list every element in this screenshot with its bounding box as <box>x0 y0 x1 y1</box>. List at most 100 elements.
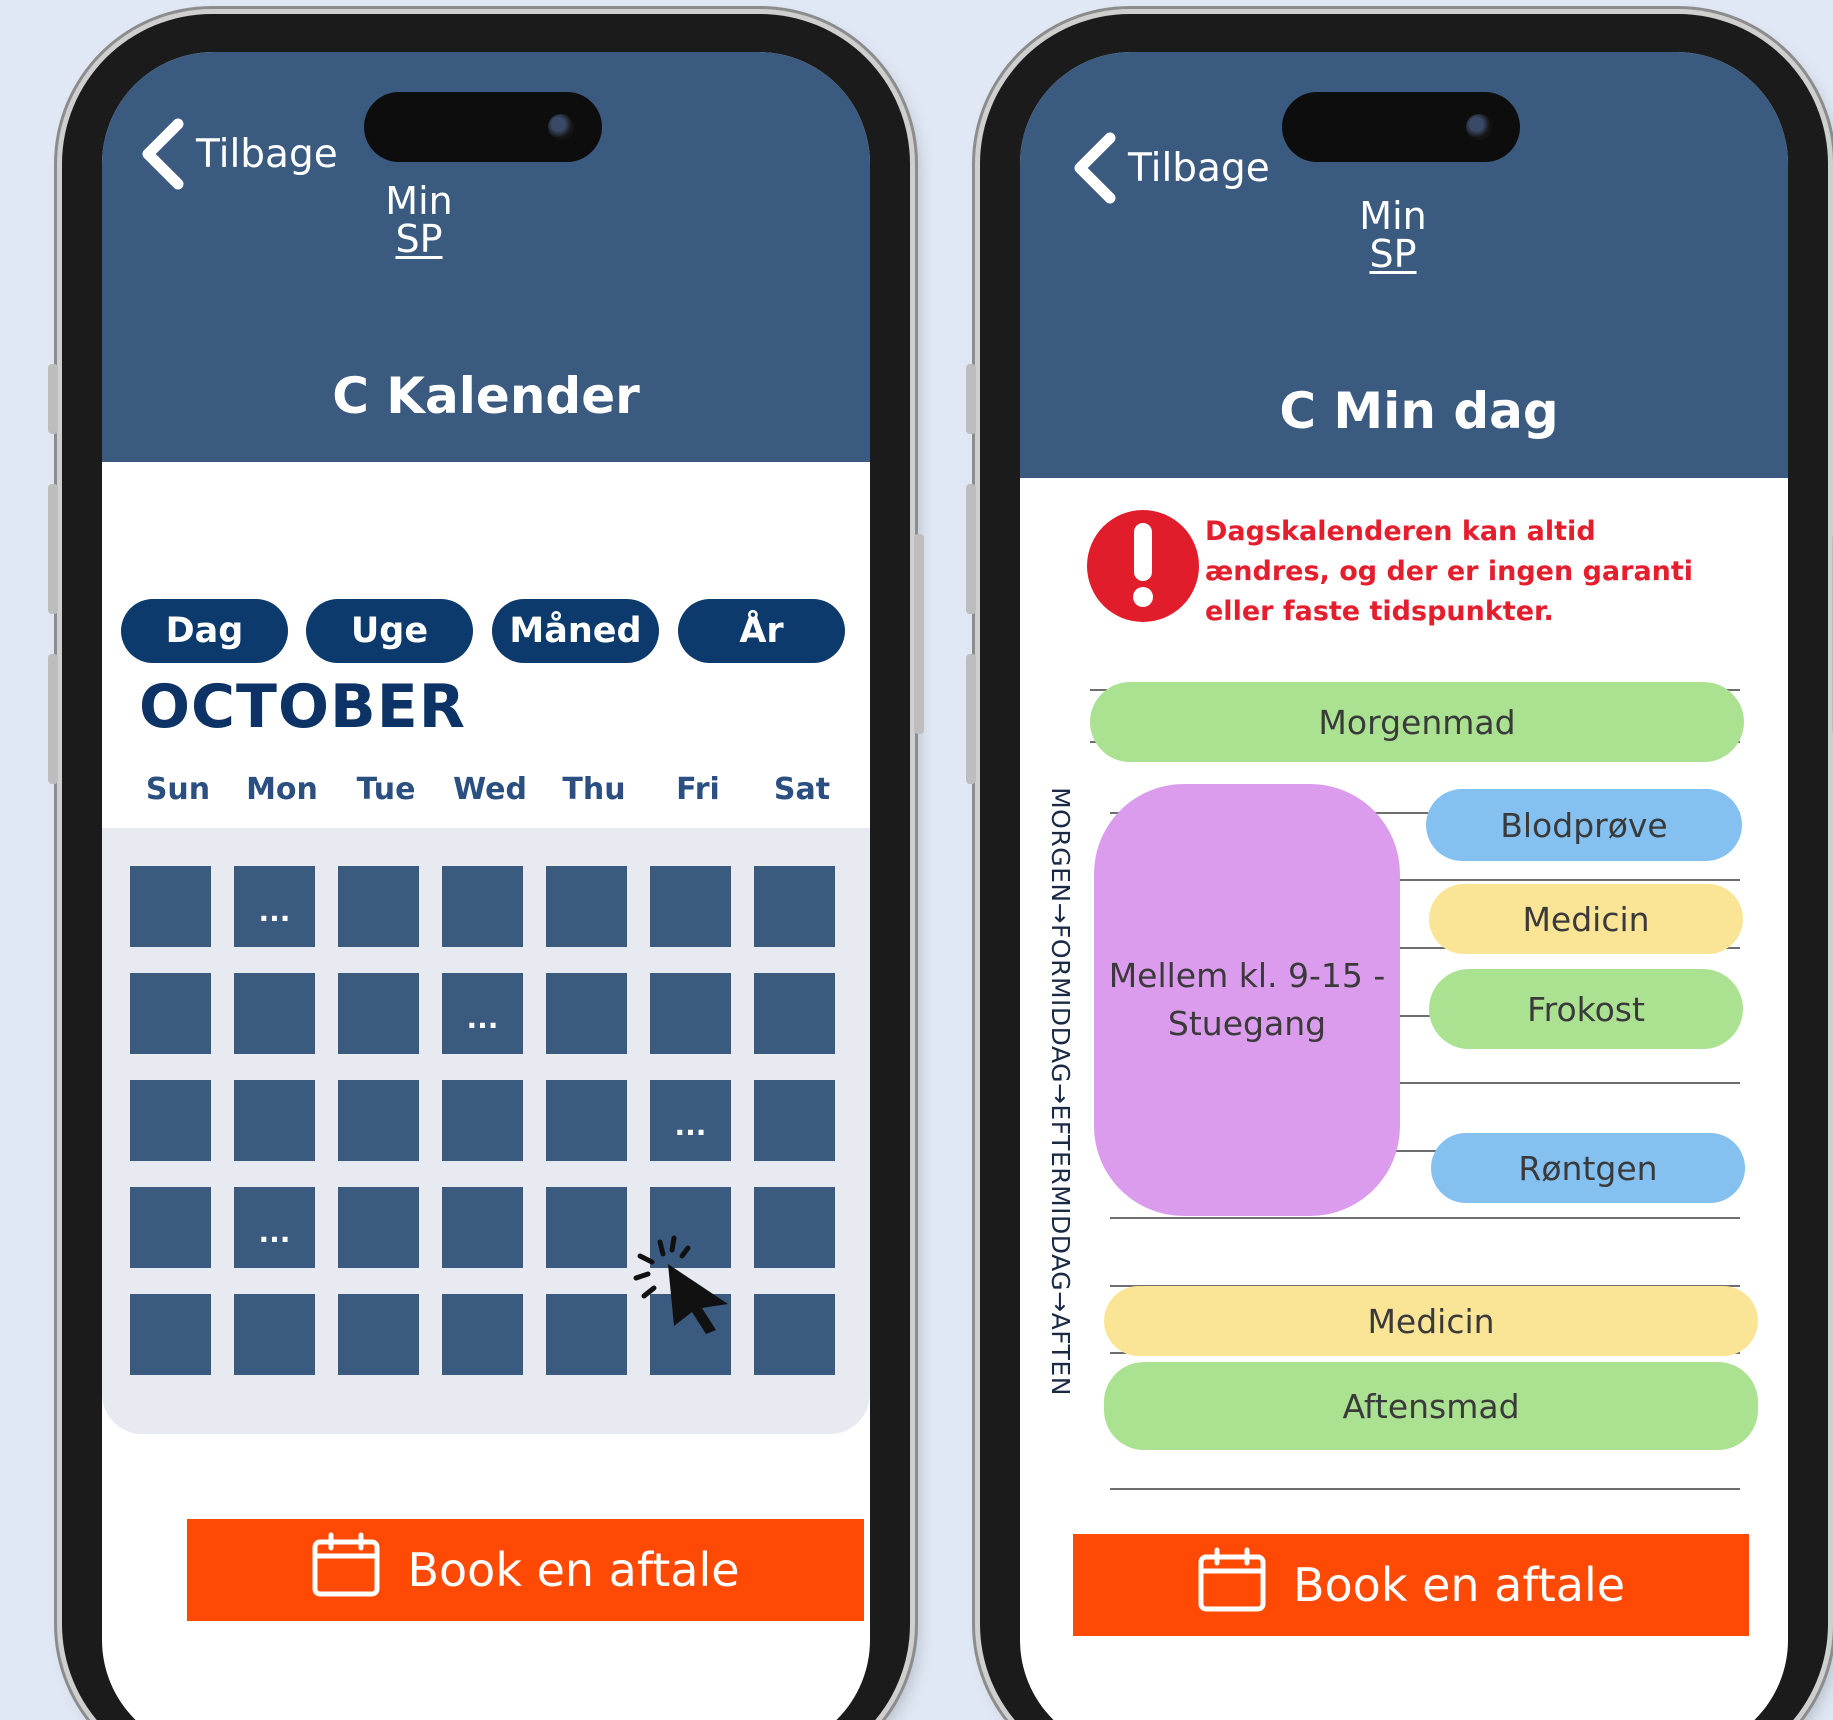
calendar-day[interactable] <box>338 1294 419 1375</box>
logo-line-2: SP <box>395 217 443 261</box>
calendar-day[interactable] <box>442 1080 523 1161</box>
chevron-left-icon <box>138 118 186 190</box>
time-of-day-axis: MORGEN→FORMIDDAG→EFTERMIDDAG→AFTEN <box>1038 670 1082 1512</box>
event-xray[interactable]: Røntgen <box>1431 1133 1745 1203</box>
camera-icon <box>1466 114 1492 140</box>
event-label: Frokost <box>1527 989 1645 1029</box>
event-label: Medicin <box>1367 1301 1495 1341</box>
side-button <box>48 364 58 434</box>
weekday-label: Sat <box>773 772 831 807</box>
calendar-day[interactable] <box>130 866 211 947</box>
side-button <box>48 484 58 614</box>
event-ward-round[interactable]: Mellem kl. 9-15 - Stuegang <box>1094 784 1400 1216</box>
page-title: C Min dag <box>1279 382 1559 440</box>
calendar-day[interactable] <box>650 973 731 1054</box>
calendar-day[interactable] <box>754 1080 835 1161</box>
back-label: Tilbage <box>1128 145 1270 191</box>
calendar-grid: ............ <box>102 828 870 1434</box>
exclamation-icon <box>1087 510 1199 622</box>
side-button <box>966 484 976 614</box>
calendar-day[interactable] <box>442 866 523 947</box>
book-appointment-button[interactable]: Book en aftale <box>187 1519 864 1621</box>
event-label: Blodprøve <box>1500 805 1668 845</box>
calendar-day[interactable] <box>130 1187 211 1268</box>
phone-frame-day: Tilbage Min SP C Min dag Dagskalenderen … <box>966 14 1833 1720</box>
event-medicine-morning[interactable]: Medicin <box>1429 884 1743 954</box>
tab-year[interactable]: År <box>678 599 845 663</box>
weekday-label: Wed <box>453 772 527 807</box>
phone-frame-calendar: Tilbage Min SP C Kalender Dag Uge Måned … <box>48 14 924 1720</box>
app-logo: Min SP <box>359 182 479 258</box>
dynamic-island <box>364 92 602 162</box>
book-button-label: Book en aftale <box>1292 1558 1626 1612</box>
calendar-day[interactable] <box>338 1187 419 1268</box>
calendar-day[interactable] <box>338 973 419 1054</box>
event-label: Røntgen <box>1518 1148 1658 1188</box>
calendar-day[interactable] <box>546 1080 627 1161</box>
side-button <box>914 534 924 734</box>
calendar-day[interactable] <box>754 1187 835 1268</box>
event-breakfast[interactable]: Morgenmad <box>1090 682 1744 762</box>
weekday-label: Fri <box>676 772 720 807</box>
calendar-day[interactable] <box>234 973 315 1054</box>
back-label: Tilbage <box>196 131 338 177</box>
calendar-day[interactable] <box>130 1294 211 1375</box>
timeline-line <box>1110 1217 1740 1219</box>
calendar-day[interactable] <box>130 973 211 1054</box>
click-cursor-icon <box>630 1234 740 1338</box>
month-title: OCTOBER <box>139 672 466 742</box>
schedule-disclaimer: Dagskalenderen kan altid ændres, og der … <box>1205 516 1694 627</box>
page-title: C Kalender <box>332 367 640 425</box>
event-label: Medicin <box>1522 899 1650 939</box>
side-button <box>966 364 976 434</box>
calendar-day[interactable] <box>546 1294 627 1375</box>
calendar-day[interactable] <box>754 1294 835 1375</box>
weekday-label: Thu <box>562 772 626 807</box>
calendar-day-with-events[interactable]: ... <box>650 1080 731 1161</box>
calendar-day[interactable] <box>234 1080 315 1161</box>
tab-month[interactable]: Måned <box>492 599 659 663</box>
timeline-line <box>1110 1488 1740 1490</box>
calendar-screen: Tilbage Min SP C Kalender Dag Uge Måned … <box>102 52 870 1720</box>
dynamic-island <box>1282 92 1520 162</box>
event-blood-test[interactable]: Blodprøve <box>1426 789 1742 861</box>
calendar-day[interactable] <box>754 866 835 947</box>
calendar-day[interactable] <box>546 866 627 947</box>
weekday-header: Sun Mon Tue Wed Thu Fri Sat <box>126 772 854 818</box>
side-button <box>966 654 976 784</box>
weekday-label: Tue <box>356 772 416 807</box>
tab-day[interactable]: Dag <box>121 599 288 663</box>
calendar-day[interactable] <box>338 1080 419 1161</box>
side-button <box>48 654 58 784</box>
weekday-label: Sun <box>145 772 211 807</box>
calendar-day-with-events[interactable]: ... <box>234 866 315 947</box>
camera-icon <box>548 114 574 140</box>
calendar-icon <box>1197 1547 1267 1624</box>
tab-week[interactable]: Uge <box>306 599 473 663</box>
calendar-day[interactable] <box>546 973 627 1054</box>
calendar-day[interactable] <box>442 1187 523 1268</box>
calendar-day-with-events[interactable]: ... <box>234 1187 315 1268</box>
event-label: Morgenmad <box>1318 702 1516 742</box>
calendar-day[interactable] <box>650 866 731 947</box>
event-dinner[interactable]: Aftensmad <box>1104 1362 1758 1450</box>
event-label: Aftensmad <box>1342 1386 1520 1426</box>
back-button[interactable]: Tilbage <box>1070 132 1270 204</box>
calendar-day[interactable] <box>130 1080 211 1161</box>
app-logo: Min SP <box>1333 197 1453 273</box>
calendar-day-with-events[interactable]: ... <box>442 973 523 1054</box>
event-medicine-evening[interactable]: Medicin <box>1104 1286 1758 1356</box>
event-label: Mellem kl. 9-15 - Stuegang <box>1108 956 1386 1043</box>
calendar-day[interactable] <box>442 1294 523 1375</box>
calendar-day[interactable] <box>754 973 835 1054</box>
event-lunch[interactable]: Frokost <box>1429 969 1743 1049</box>
day-screen: Tilbage Min SP C Min dag Dagskalenderen … <box>1020 52 1788 1720</box>
back-button[interactable]: Tilbage <box>138 118 338 190</box>
calendar-day[interactable] <box>234 1294 315 1375</box>
calendar-day[interactable] <box>338 866 419 947</box>
view-tabs: Dag Uge Måned År <box>121 599 851 663</box>
calendar-icon <box>311 1532 381 1609</box>
calendar-day[interactable] <box>546 1187 627 1268</box>
book-appointment-button[interactable]: Book en aftale <box>1073 1534 1749 1636</box>
chevron-left-icon <box>1070 132 1118 204</box>
